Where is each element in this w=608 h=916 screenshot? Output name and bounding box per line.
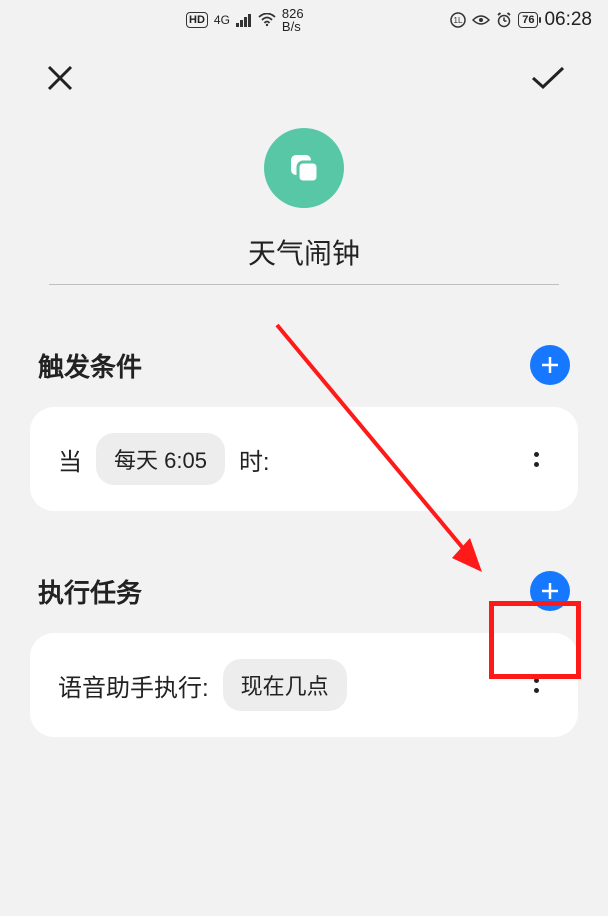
data-rate: 826 B/s	[282, 7, 304, 33]
trigger-section: 触发条件 当 每天 6:05 时:	[0, 345, 608, 511]
close-button[interactable]	[40, 58, 80, 98]
trigger-section-title: 触发条件	[38, 347, 142, 384]
copy-icon	[284, 148, 324, 188]
top-bar	[0, 40, 608, 98]
divider	[49, 284, 559, 285]
trigger-more-button[interactable]	[522, 445, 550, 473]
trigger-time-chip[interactable]: 每天 6:05	[96, 433, 225, 485]
notif-icon-1: 1L	[450, 12, 466, 28]
check-icon	[530, 64, 566, 92]
trigger-card[interactable]: 当 每天 6:05 时:	[30, 407, 578, 511]
network-gen: 4G	[214, 13, 230, 27]
task-card[interactable]: 语音助手执行: 现在几点	[30, 633, 578, 737]
svg-text:1L: 1L	[454, 16, 463, 25]
task-section: 执行任务 语音助手执行: 现在几点	[0, 571, 608, 737]
scene-avatar[interactable]	[264, 128, 344, 208]
task-more-button[interactable]	[522, 671, 550, 699]
clock-time: 06:28	[544, 9, 592, 31]
scene-title-input[interactable]: 天气闹钟	[49, 232, 559, 284]
trigger-prefix: 当	[58, 442, 82, 477]
scene-header: 天气闹钟	[0, 128, 608, 285]
task-section-title: 执行任务	[38, 573, 142, 610]
add-task-button[interactable]	[530, 571, 570, 611]
close-icon	[45, 63, 75, 93]
trigger-suffix: 时:	[239, 442, 270, 477]
status-bar: HD 4G 826 B/s 1L 76 06:28	[0, 0, 608, 40]
plus-icon	[539, 354, 561, 376]
wifi-icon	[258, 13, 276, 27]
confirm-button[interactable]	[528, 58, 568, 98]
alarm-icon	[496, 12, 512, 28]
hd-badge: HD	[186, 12, 208, 28]
plus-icon	[539, 580, 561, 602]
battery-indicator: 76	[518, 12, 538, 28]
eye-icon	[472, 13, 490, 27]
add-trigger-button[interactable]	[530, 345, 570, 385]
task-prefix: 语音助手执行:	[58, 668, 209, 703]
task-content-chip[interactable]: 现在几点	[223, 659, 347, 711]
signal-icon	[236, 13, 252, 27]
